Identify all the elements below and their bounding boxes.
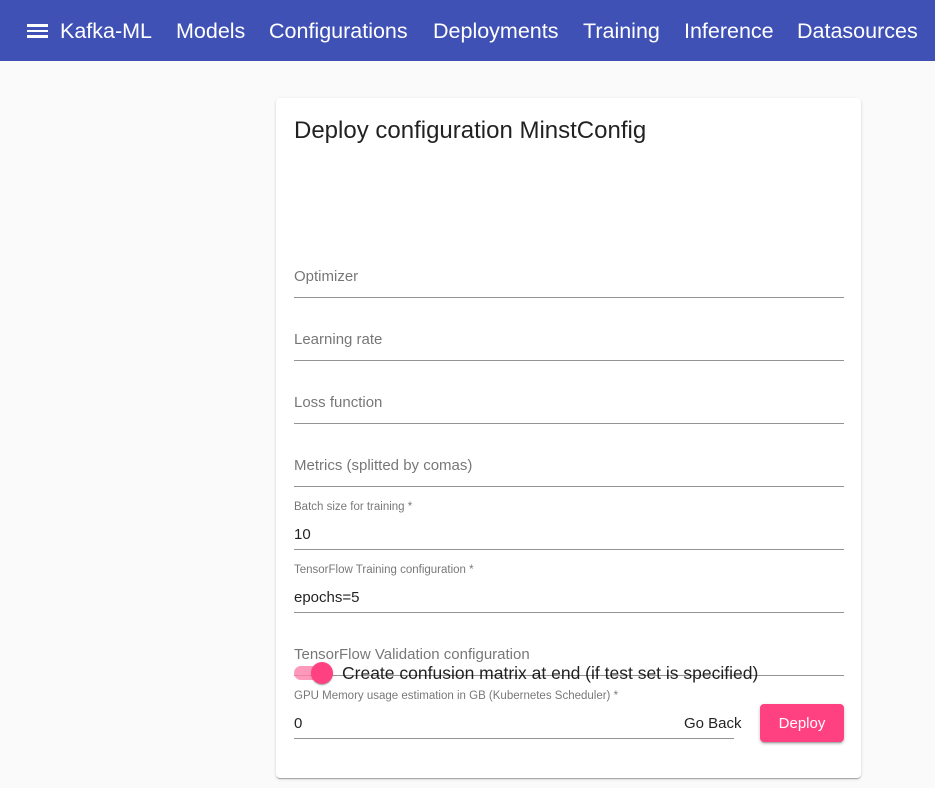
- metrics-placeholder: Metrics (splitted by comas): [294, 457, 473, 474]
- toggle-thumb: [311, 662, 333, 684]
- nav-deployments[interactable]: Deployments: [433, 18, 558, 44]
- deploy-form-card: Deploy configuration MinstConfig Optimiz…: [276, 98, 861, 778]
- gpu-memory-input[interactable]: [294, 715, 734, 733]
- optimizer-field[interactable]: Optimizer: [294, 246, 844, 298]
- confusion-matrix-row: Create confusion matrix at end (if test …: [294, 660, 758, 686]
- nav-datasources[interactable]: Datasources: [797, 18, 918, 44]
- learning-rate-underline: [294, 360, 844, 361]
- training-config-field[interactable]: TensorFlow Training configuration *: [294, 561, 844, 613]
- nav-training[interactable]: Training: [583, 18, 660, 44]
- optimizer-placeholder: Optimizer: [294, 268, 359, 285]
- batch-size-label: Batch size for training *: [294, 501, 413, 513]
- nav-models[interactable]: Models: [176, 18, 245, 44]
- gpu-memory-label: GPU Memory usage estimation in GB (Kuber…: [294, 690, 619, 702]
- batch-size-field[interactable]: Batch size for training *: [294, 498, 844, 550]
- learning-rate-field[interactable]: Learning rate: [294, 309, 844, 361]
- deploy-button[interactable]: Deploy: [760, 704, 844, 742]
- batch-size-underline: [294, 549, 844, 550]
- nav-inference[interactable]: Inference: [684, 18, 774, 44]
- confusion-matrix-toggle[interactable]: [294, 660, 334, 686]
- loss-function-field[interactable]: Loss function: [294, 372, 844, 424]
- optimizer-underline: [294, 297, 844, 298]
- gpu-memory-field[interactable]: GPU Memory usage estimation in GB (Kuber…: [294, 687, 734, 739]
- loss-function-underline: [294, 423, 844, 424]
- menu-icon[interactable]: [27, 23, 48, 39]
- confusion-matrix-label: Create confusion matrix at end (if test …: [342, 663, 759, 683]
- page-title: Deploy configuration MinstConfig: [294, 117, 647, 144]
- training-config-label: TensorFlow Training configuration *: [294, 564, 474, 576]
- batch-size-input[interactable]: [294, 526, 844, 544]
- nav-configurations[interactable]: Configurations: [269, 18, 408, 44]
- metrics-underline: [294, 486, 844, 487]
- loss-function-placeholder: Loss function: [294, 394, 383, 411]
- training-config-input[interactable]: [294, 589, 844, 607]
- go-back-button[interactable]: Go Back: [672, 704, 754, 742]
- gpu-memory-underline: [294, 738, 734, 739]
- metrics-field[interactable]: Metrics (splitted by comas): [294, 435, 844, 487]
- brand-title[interactable]: Kafka-ML: [60, 18, 152, 44]
- training-config-underline: [294, 612, 844, 613]
- top-toolbar: Kafka-ML Models Configurations Deploymen…: [0, 0, 935, 61]
- learning-rate-placeholder: Learning rate: [294, 331, 383, 348]
